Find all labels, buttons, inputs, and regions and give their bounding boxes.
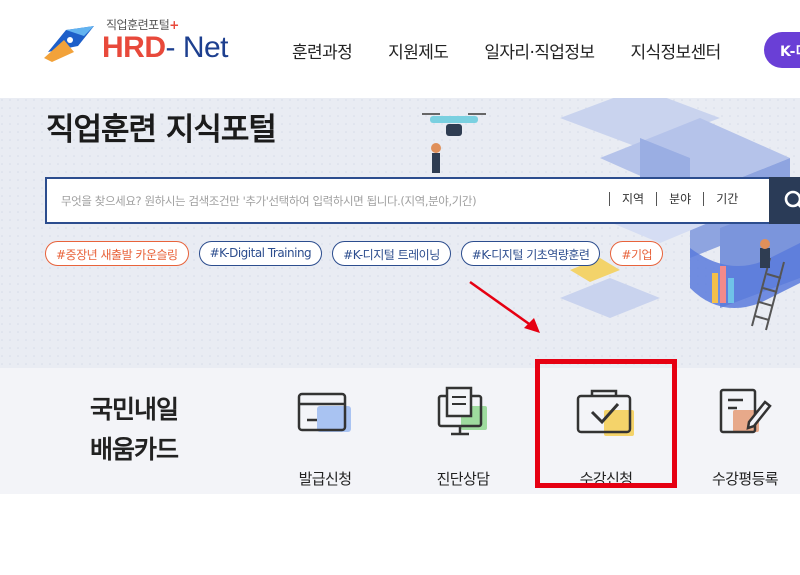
learning-card-title: 국민내일 배움카드 [90, 395, 179, 464]
card-icon [297, 392, 351, 432]
search-button[interactable] [769, 177, 800, 224]
learning-card-menu: 국민내일 배움카드 발급신청 진단상담 수강신청 수강평등록 [0, 368, 800, 494]
quick-diagnosis-consult[interactable]: 진단상담 [408, 386, 518, 489]
header: 직업훈련포털+ HRD- Net 훈련과정 지원제도 일자리·직업정보 지식정보… [0, 0, 800, 98]
monitor-document-icon [437, 386, 487, 436]
main-navigation: 훈련과정 지원제도 일자리·직업정보 지식정보센터 [292, 38, 721, 63]
tag-k-digital-basic[interactable]: #K-디지털 기초역량훈련 [460, 241, 601, 266]
hero-banner: 직업훈련 지식포털 지역 분야 기간 #중장년 새출발 카운슬링 #K-Digi… [0, 98, 800, 368]
search-icon [784, 190, 800, 208]
quick-issue-apply[interactable]: 발급신청 [270, 386, 380, 489]
hrd-net-logo[interactable]: 직업훈련포털+ HRD- Net [44, 16, 234, 66]
quick-issue-apply-label: 발급신청 [298, 470, 352, 488]
tag-k-digital-training-en[interactable]: #K-Digital Training [198, 241, 323, 266]
red-highlight-box [535, 359, 677, 488]
quick-diagnosis-consult-label: 진단상담 [436, 470, 490, 488]
logo-plane-icon [44, 26, 94, 62]
logo-wordmark: HRD- Net [102, 31, 229, 65]
search-bar: 지역 분야 기간 [45, 177, 800, 224]
logo-hrd-text: HRD [102, 31, 166, 64]
red-arrow-annotation [469, 280, 540, 333]
tag-midlife-counseling[interactable]: #중장년 새출발 카운슬링 [45, 241, 189, 266]
tag-company[interactable]: #기업 [610, 241, 664, 266]
nav-support-programs[interactable]: 지원제도 [388, 38, 449, 63]
search-filters: 지역 분야 기간 [609, 192, 750, 206]
quick-review-register[interactable]: 수강평등록 [690, 386, 800, 489]
write-review-icon [719, 388, 772, 434]
nav-knowledge-center[interactable]: 지식정보센터 [630, 38, 721, 63]
nav-training-courses[interactable]: 훈련과정 [292, 38, 353, 63]
logo-net-text: - Net [165, 31, 229, 64]
hero-title: 직업훈련 지식포털 [46, 112, 277, 148]
k-digital-button[interactable]: K-디 [764, 32, 800, 68]
filter-field[interactable]: 분야 [656, 192, 703, 206]
quick-review-register-label: 수강평등록 [711, 470, 779, 488]
nav-job-info[interactable]: 일자리·직업정보 [484, 38, 595, 63]
filter-period[interactable]: 기간 [703, 192, 750, 206]
search-input[interactable] [61, 192, 601, 210]
tag-k-digital-training-ko[interactable]: #K-디지털 트레이닝 [332, 241, 451, 266]
filter-region[interactable]: 지역 [609, 192, 656, 206]
hashtag-list: #중장년 새출발 카운슬링 #K-Digital Training #K-디지털… [45, 241, 673, 266]
